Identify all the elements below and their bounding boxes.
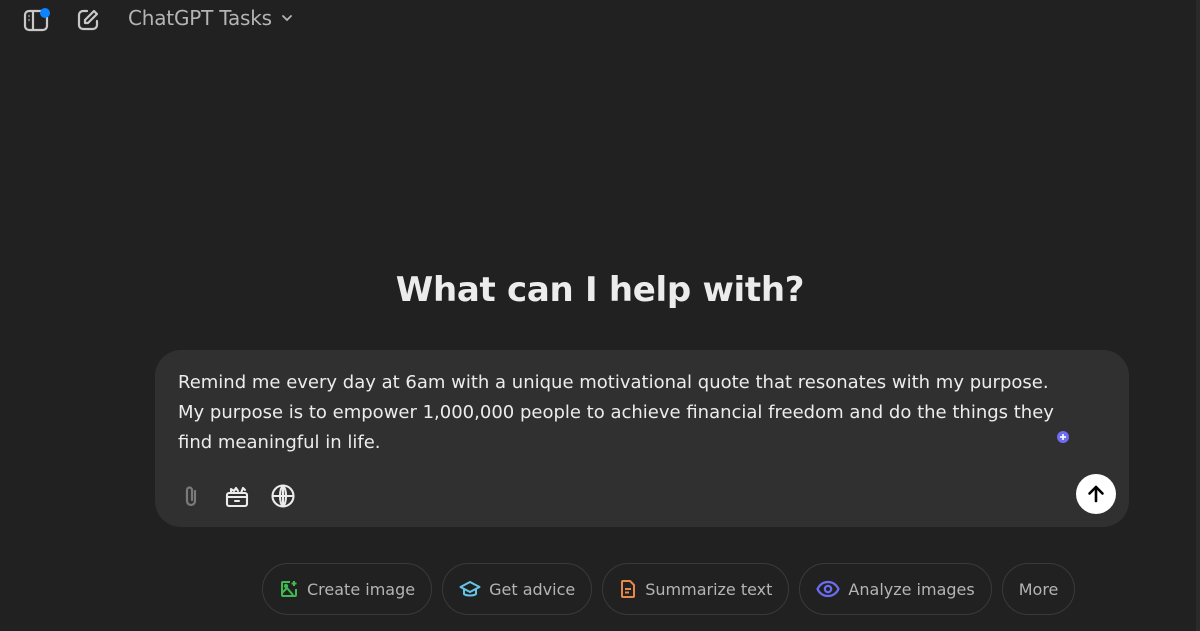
chip-label: More bbox=[1018, 579, 1059, 599]
analyze-images-chip[interactable]: Analyze images bbox=[799, 563, 992, 615]
get-advice-chip[interactable]: Get advice bbox=[442, 563, 593, 615]
send-button[interactable] bbox=[1076, 474, 1116, 514]
create-image-chip[interactable]: Create image bbox=[262, 563, 433, 615]
new-chat-button[interactable] bbox=[72, 4, 104, 36]
attach-button[interactable] bbox=[175, 480, 207, 512]
chip-label: Get advice bbox=[489, 579, 576, 599]
notification-dot bbox=[40, 8, 50, 18]
scrollbar[interactable] bbox=[1196, 0, 1200, 631]
edit-icon bbox=[77, 9, 99, 31]
suggestion-chips: Create image Get advice Summarize text A… bbox=[262, 563, 1076, 615]
document-icon bbox=[621, 580, 636, 598]
chip-label: Summarize text bbox=[645, 579, 773, 599]
web-search-button[interactable] bbox=[267, 480, 299, 512]
tools-button[interactable] bbox=[221, 480, 253, 512]
toolbox-icon bbox=[225, 486, 249, 508]
prompt-input[interactable]: Remind me every day at 6am with a unique… bbox=[178, 368, 1078, 458]
image-icon bbox=[281, 581, 297, 597]
graduation-cap-icon bbox=[459, 581, 481, 597]
model-name: ChatGPT Tasks bbox=[128, 6, 272, 30]
chevron-down-icon bbox=[281, 15, 292, 22]
globe-icon bbox=[271, 484, 295, 508]
top-bar: ChatGPT Tasks bbox=[0, 0, 1200, 40]
toggle-sidebar-button[interactable] bbox=[20, 4, 52, 36]
composer: Remind me every day at 6am with a unique… bbox=[155, 350, 1129, 527]
summarize-text-chip[interactable]: Summarize text bbox=[602, 563, 790, 615]
chip-label: Create image bbox=[307, 579, 416, 599]
arrow-up-icon bbox=[1088, 485, 1104, 503]
page-heading: What can I help with? bbox=[395, 270, 805, 310]
eye-icon bbox=[816, 580, 841, 598]
grammar-extension-icon[interactable] bbox=[1057, 431, 1069, 443]
more-chip[interactable]: More bbox=[1001, 563, 1076, 615]
model-selector[interactable]: ChatGPT Tasks bbox=[128, 6, 294, 30]
attach-icon bbox=[185, 486, 197, 507]
chip-label: Analyze images bbox=[848, 579, 975, 599]
